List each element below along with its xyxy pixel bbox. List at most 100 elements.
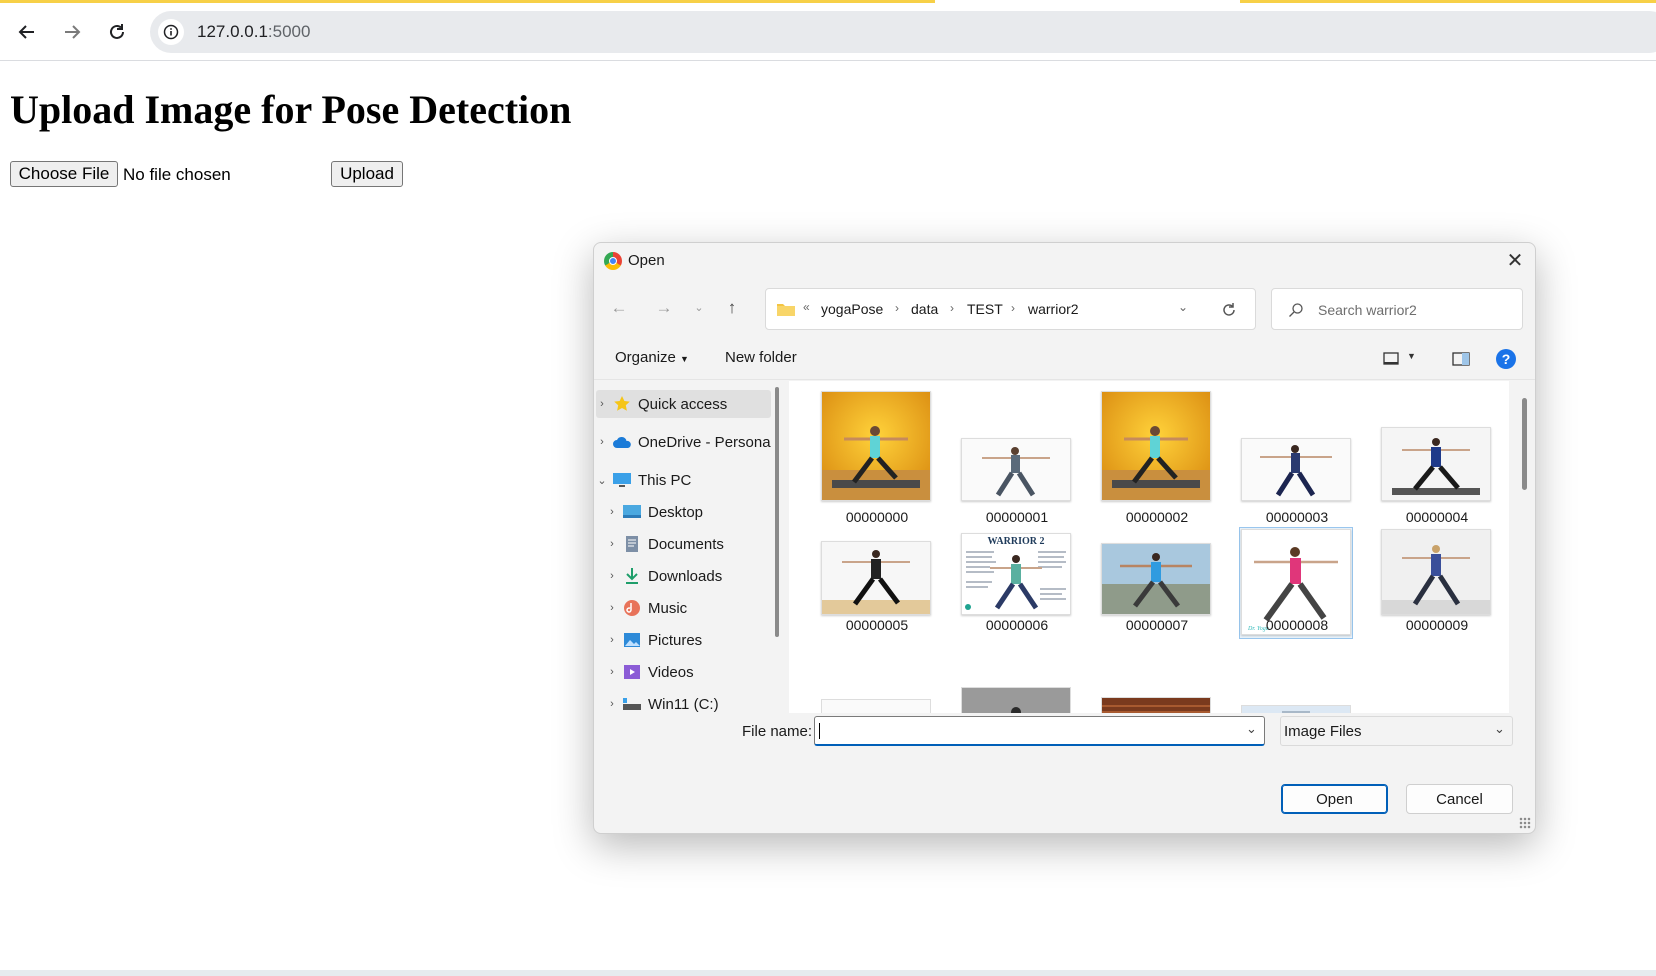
file-name: 00000002 — [1125, 509, 1189, 525]
sidebar-item-label: Win11 (C:) — [648, 695, 719, 713]
choose-file-button[interactable]: Choose File — [10, 161, 118, 187]
desktop-icon — [622, 503, 642, 521]
sidebar-item-quick-access[interactable]: › Quick access — [596, 390, 771, 418]
sidebar-item-label: Music — [648, 599, 688, 617]
nav-back-icon[interactable]: ← — [608, 298, 630, 320]
refresh-icon[interactable] — [1220, 301, 1238, 319]
back-button[interactable] — [12, 17, 42, 47]
expand-chevron-icon[interactable]: › — [606, 698, 618, 710]
sidebar-item-drive-c[interactable]: › Win11 (C:) — [606, 690, 779, 713]
sidebar-item-label: Pictures — [648, 631, 703, 649]
file-type-select[interactable]: Image Files ⌄ — [1280, 716, 1513, 746]
address-bar[interactable]: 127.0.0.1:5000 — [150, 11, 1656, 53]
file-name: 00000003 — [1265, 509, 1329, 525]
thumbnail-image — [1381, 427, 1491, 501]
site-info-icon[interactable] — [158, 19, 184, 45]
thumbnail-image — [961, 438, 1071, 501]
folder-icon — [777, 304, 795, 316]
file-list: 00000000 00000001 00000002 00000003 0000… — [789, 381, 1509, 713]
thumbnail-image — [1241, 705, 1351, 713]
file-name: 00000006 — [985, 617, 1049, 633]
open-button[interactable]: Open — [1281, 784, 1388, 814]
breadcrumb-item[interactable]: TEST — [967, 301, 1003, 317]
thumbnail-image — [821, 391, 931, 501]
video-icon — [622, 663, 642, 681]
chevron-down-icon[interactable]: ⌄ — [1494, 721, 1505, 737]
file-list-scrollbar[interactable] — [1522, 398, 1527, 490]
sidebar-item-downloads[interactable]: › Downloads — [606, 562, 779, 590]
expand-chevron-icon[interactable]: › — [596, 436, 608, 448]
search-icon — [1289, 303, 1303, 317]
sidebar-item-videos[interactable]: › Videos — [606, 658, 779, 686]
dialog-titlebar[interactable]: Open ✕ — [594, 243, 1535, 279]
expand-chevron-icon[interactable]: › — [606, 506, 618, 518]
help-icon[interactable]: ? — [1496, 349, 1516, 369]
recent-locations-chevron-icon[interactable]: ⌄ — [688, 301, 710, 323]
browser-toolbar: 127.0.0.1:5000 — [0, 3, 1656, 61]
breadcrumb[interactable]: « yogaPose › data › TEST › warrior2 ⌄ — [765, 288, 1256, 330]
view-mode-icon[interactable] — [1383, 351, 1401, 367]
sidebar-item-desktop[interactable]: › Desktop — [606, 498, 779, 526]
sidebar-item-documents[interactable]: › Documents — [606, 530, 779, 558]
expand-chevron-icon[interactable]: › — [606, 634, 618, 646]
chevron-down-icon[interactable]: ⌄ — [1246, 721, 1257, 737]
organize-menu[interactable]: Organize ▼ — [615, 349, 689, 366]
new-folder-button[interactable]: New folder — [725, 349, 797, 366]
thumbnail-image — [961, 687, 1071, 713]
resize-grip-icon[interactable] — [1519, 817, 1531, 829]
search-placeholder: Search warrior2 — [1318, 302, 1417, 318]
sidebar-item-onedrive[interactable]: › OneDrive - Persona — [596, 428, 771, 456]
forward-button[interactable] — [57, 17, 87, 47]
breadcrumb-item[interactable]: yogaPose — [821, 301, 883, 317]
file-name: 00000000 — [845, 509, 909, 525]
sidebar-item-label: Quick access — [638, 395, 728, 413]
upload-button[interactable]: Upload — [331, 161, 403, 187]
file-name: 00000001 — [985, 509, 1049, 525]
thumbnail-image — [821, 699, 931, 713]
file-name: 00000008 — [1265, 617, 1329, 633]
download-icon — [622, 567, 642, 585]
cancel-button[interactable]: Cancel — [1406, 784, 1513, 814]
breadcrumb-separator-icon[interactable]: › — [950, 301, 954, 315]
url-host: 127.0.0.1 — [197, 22, 268, 41]
sidebar-item-label: Downloads — [648, 567, 723, 585]
sidebar-item-pictures[interactable]: › Pictures — [606, 626, 779, 654]
file-name: 00000004 — [1405, 509, 1469, 525]
sidebar-item-music[interactable]: › Music — [606, 594, 779, 622]
arrow-right-icon — [65, 25, 81, 39]
pictures-icon — [622, 631, 642, 649]
dialog-title: Open — [628, 252, 665, 269]
breadcrumb-separator-icon[interactable]: › — [1011, 301, 1015, 315]
expand-chevron-icon[interactable]: › — [606, 666, 618, 678]
breadcrumb-item[interactable]: warrior2 — [1028, 301, 1079, 317]
preview-pane-icon[interactable] — [1452, 351, 1470, 367]
nav-up-icon[interactable]: ↑ — [721, 298, 743, 320]
file-name-input[interactable]: ⌄ — [814, 716, 1265, 746]
breadcrumb-separator-icon[interactable]: › — [895, 301, 899, 315]
navigation-pane-scrollbar[interactable] — [775, 387, 779, 637]
reload-button[interactable] — [102, 17, 132, 47]
thumbnail-image: WARRIOR 2 — [961, 533, 1071, 615]
collapse-chevron-icon[interactable]: ⌄ — [596, 474, 608, 487]
reload-icon — [110, 24, 124, 39]
thumbnail-image — [1381, 529, 1491, 615]
thumbnail-image — [1101, 697, 1211, 713]
page-title: Upload Image for Pose Detection — [10, 87, 572, 132]
chrome-logo-icon — [604, 252, 622, 270]
expand-chevron-icon[interactable]: › — [606, 538, 618, 550]
chevron-down-icon[interactable]: ⌄ — [1178, 300, 1188, 314]
search-input[interactable]: Search warrior2 — [1271, 288, 1523, 330]
breadcrumb-item[interactable]: data — [911, 301, 938, 317]
thumbnail-image — [1101, 543, 1211, 615]
close-icon[interactable]: ✕ — [1504, 251, 1526, 273]
expand-chevron-icon[interactable]: › — [606, 602, 618, 614]
nav-forward-icon[interactable]: → — [653, 298, 675, 320]
expand-chevron-icon[interactable]: › — [606, 570, 618, 582]
view-options-caret-icon[interactable]: ▼ — [1407, 351, 1416, 361]
arrow-left-icon — [18, 25, 34, 39]
thumbnail-title: WARRIOR 2 — [988, 536, 1045, 547]
sidebar-item-this-pc[interactable]: ⌄ This PC — [596, 466, 771, 494]
expand-chevron-icon[interactable]: › — [596, 398, 608, 410]
breadcrumb-overflow[interactable]: « — [803, 300, 810, 314]
dropdown-caret-icon: ▼ — [680, 354, 689, 364]
